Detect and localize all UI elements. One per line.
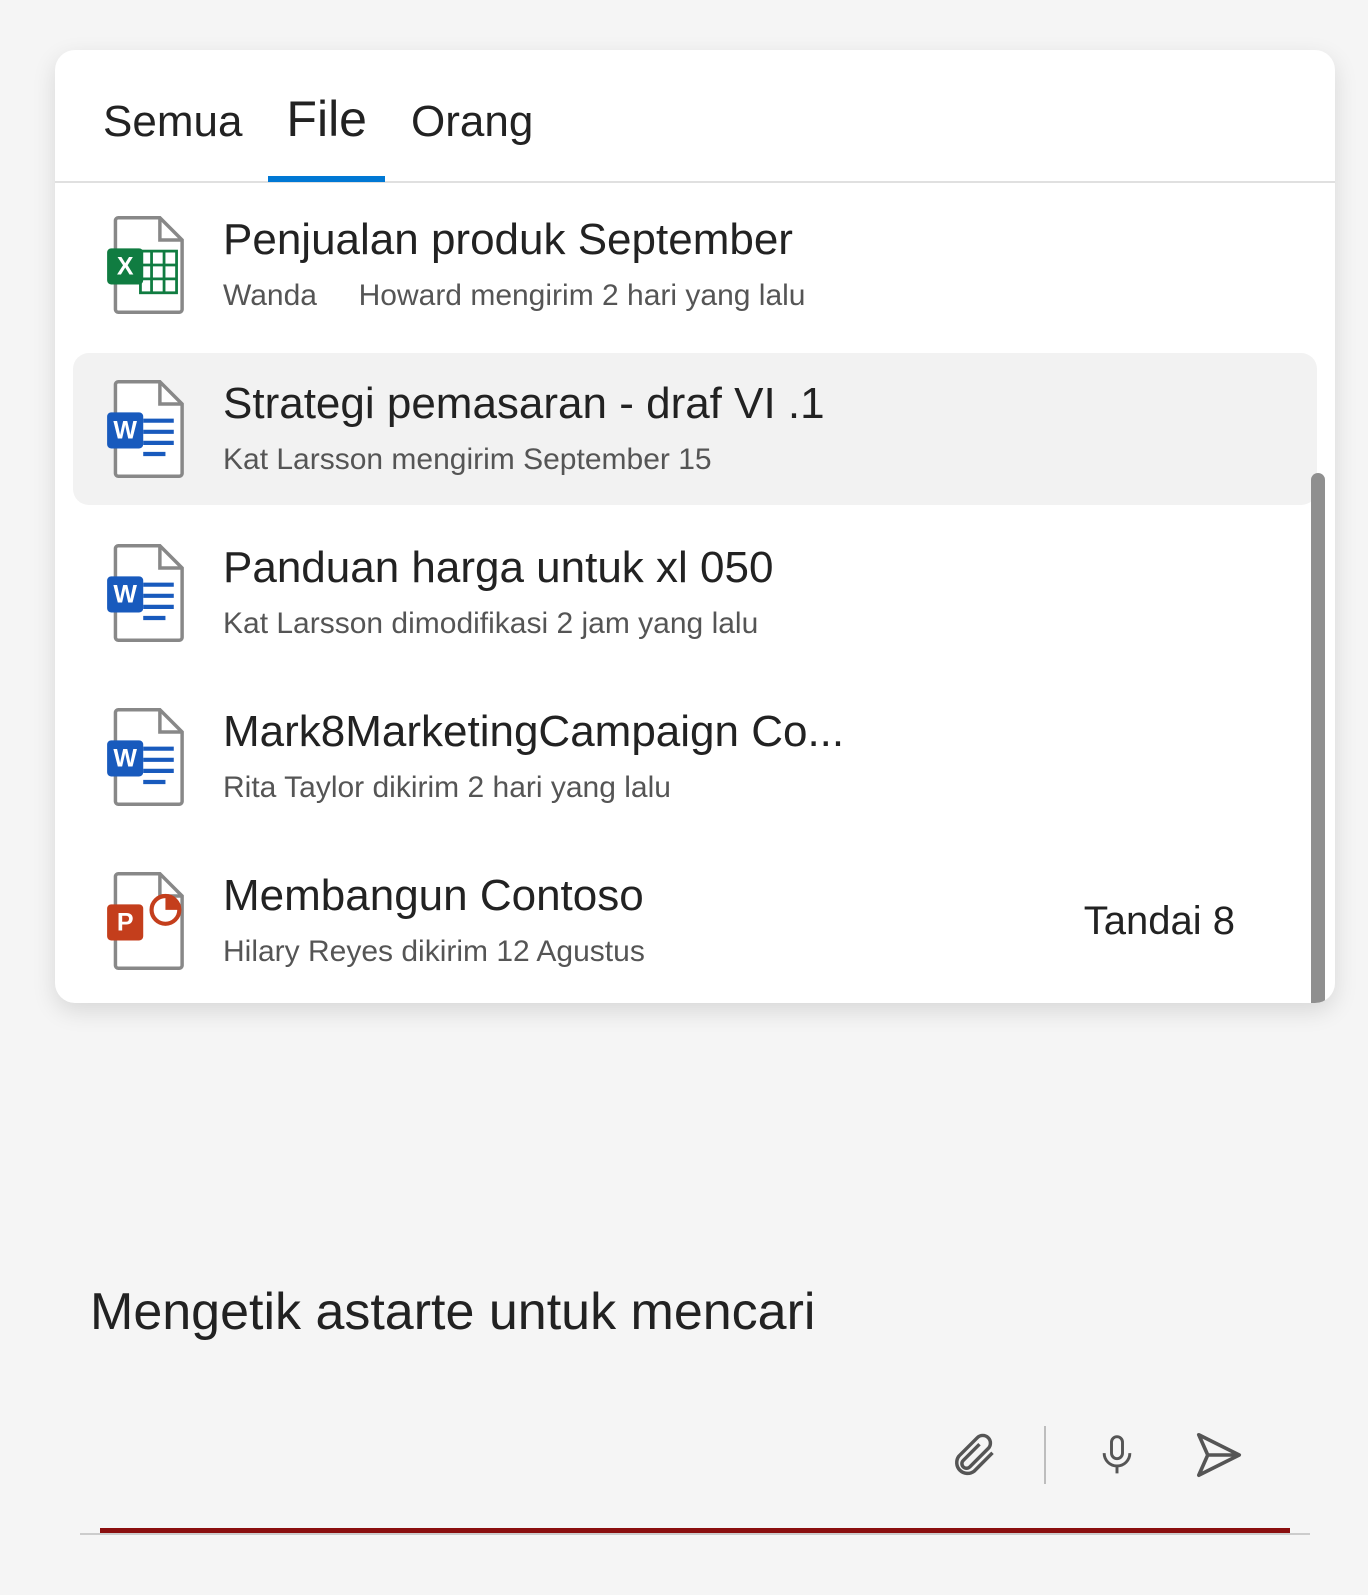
compose-input[interactable]: Mengetik astarte untuk mencari [80,1270,1310,1354]
result-title: Mark8MarketingCampaign Co... [223,707,1295,757]
result-subtitle: Hilary Reyes dikirim 12 Agustus [223,935,1050,969]
mic-button[interactable] [1086,1424,1148,1486]
search-results-popup: Semua File Orang X Penjualan produk Sept… [55,50,1335,1003]
result-row[interactable]: P Membangun Contoso Hilary Reyes dikirim … [55,839,1335,1003]
word-file-icon: W [103,543,189,643]
word-file-icon: W [103,379,189,479]
powerpoint-file-icon: P [103,871,189,971]
compose-area: Mengetik astarte untuk mencari [80,1270,1310,1506]
bottom-accent-bar [100,1528,1290,1533]
result-text: Mark8MarketingCampaign Co... Rita Taylor … [223,707,1295,805]
result-row[interactable]: W Strategi pemasaran - draf VI .1 Kat Lar… [73,353,1317,505]
bottom-edge [80,1533,1310,1535]
result-text: Penjualan produk September Wanda Howard m… [223,215,1295,313]
attach-icon [947,1427,999,1483]
result-title: Strategi pemasaran - draf VI .1 [223,379,1295,429]
attach-button[interactable] [942,1424,1004,1486]
tab-files[interactable]: File [268,90,385,182]
divider [1044,1426,1046,1484]
result-subtitle: Rita Taylor dikirim 2 hari yang lalu [223,771,1295,805]
result-badge: Tandai 8 [1084,899,1295,944]
result-text: Panduan harga untuk xl 050 Kat Larsson di… [223,543,1295,641]
result-title: Panduan harga untuk xl 050 [223,543,1295,593]
send-button[interactable] [1188,1424,1250,1486]
excel-file-icon: X [103,215,189,315]
svg-text:X: X [117,253,134,281]
word-file-icon: W [103,707,189,807]
result-text: Strategi pemasaran - draf VI .1 Kat Larss… [223,379,1295,477]
result-row[interactable]: X Penjualan produk September Wanda Howard… [55,183,1335,347]
tabs-row: Semua File Orang [55,50,1335,183]
result-subtitle: Kat Larsson dimodifikasi 2 jam yang lalu [223,607,1295,641]
tab-all[interactable]: Semua [85,97,260,181]
scrollbar-thumb[interactable] [1311,473,1325,1003]
result-subtitle: Kat Larsson mengirim September 15 [223,443,1295,477]
result-title: Membangun Contoso [223,871,1050,921]
tab-people[interactable]: Orang [393,97,551,181]
send-icon [1188,1428,1250,1482]
svg-text:W: W [113,745,137,773]
result-subtitle: Wanda Howard mengirim 2 hari yang lalu [223,279,1295,313]
results-list: X Penjualan produk September Wanda Howard… [55,183,1335,1003]
mic-icon [1095,1425,1139,1485]
compose-actions [80,1354,1310,1506]
result-title: Penjualan produk September [223,215,1295,265]
result-row[interactable]: W Panduan harga untuk xl 050 Kat Larsson … [55,511,1335,675]
svg-text:P: P [117,909,134,937]
svg-text:W: W [113,581,137,609]
result-row[interactable]: W Mark8MarketingCampaign Co... Rita Taylo… [55,675,1335,839]
svg-text:W: W [113,417,137,445]
result-text: Membangun Contoso Hilary Reyes dikirim 12… [223,871,1050,969]
